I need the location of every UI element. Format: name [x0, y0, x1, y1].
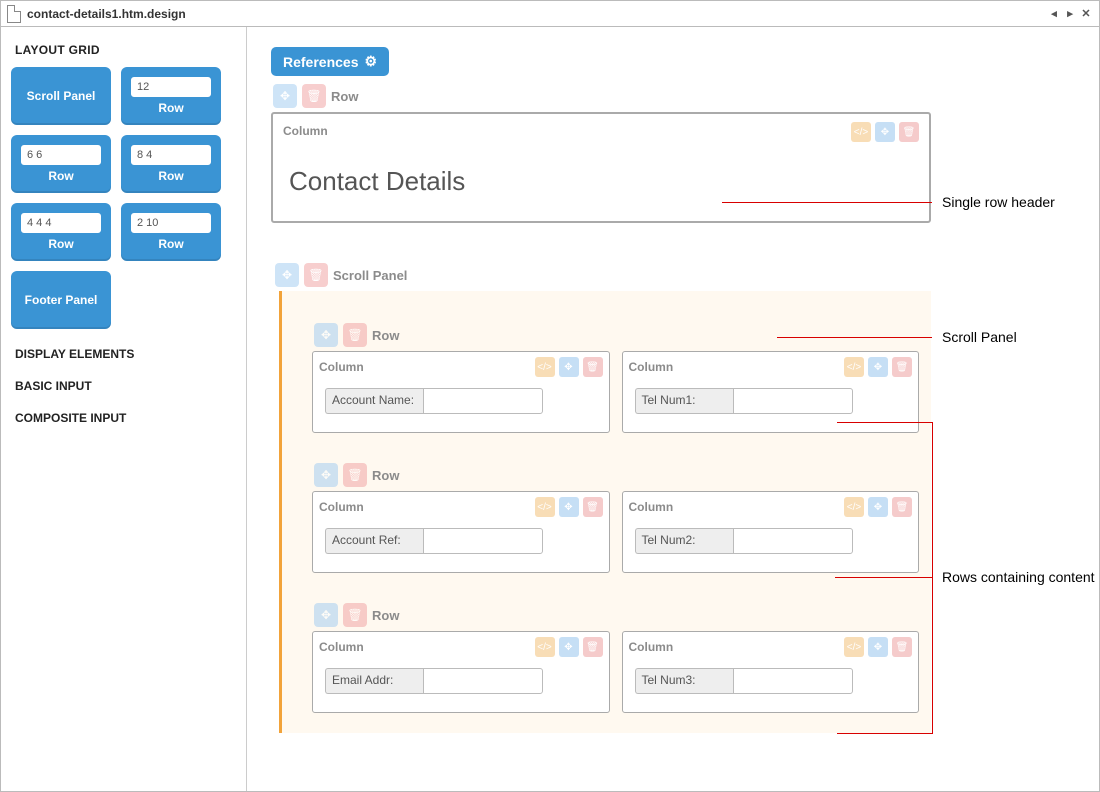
field-label: Tel Num1:	[635, 388, 733, 414]
move-icon[interactable]: ✥	[868, 637, 888, 657]
move-icon[interactable]: ✥	[273, 84, 297, 108]
row-label: Row	[331, 89, 358, 104]
annotation-line	[835, 577, 932, 578]
annotation-line	[722, 202, 932, 203]
move-icon[interactable]: ✥	[559, 357, 579, 377]
palette-footer-panel[interactable]: Footer Panel	[11, 271, 111, 329]
scroll-panel-block[interactable]: ✥ 🗑 Scroll Panel ✥ 🗑 Row C	[273, 263, 931, 733]
tel-num3-input[interactable]	[733, 668, 853, 694]
file-icon	[7, 5, 21, 23]
next-tab-icon[interactable]: ▸	[1063, 7, 1077, 20]
palette-row-4-4-4[interactable]: Row	[11, 203, 111, 261]
row-label: Row	[372, 328, 399, 343]
row-config-input[interactable]	[131, 77, 211, 97]
palette-row-8-4[interactable]: Row	[121, 135, 221, 193]
trash-icon[interactable]: 🗑	[343, 463, 367, 487]
document-title: contact-details1.htm.design	[27, 7, 186, 21]
column-box[interactable]: Column </>✥🗑 Tel Num2:	[622, 491, 920, 573]
code-icon[interactable]: </>	[844, 497, 864, 517]
account-name-input[interactable]	[423, 388, 543, 414]
section-basic-input[interactable]: BASIC INPUT	[15, 379, 236, 393]
annotation-line	[837, 733, 932, 734]
content-row[interactable]: Column </>✥🗑 Account Name: Column </>✥🗑 …	[312, 351, 919, 433]
code-icon[interactable]: </>	[844, 357, 864, 377]
column-box[interactable]: Column </>✥🗑 Email Addr:	[312, 631, 610, 713]
annotation-line	[837, 422, 932, 423]
field-label: Account Name:	[325, 388, 423, 414]
field-label: Email Addr:	[325, 668, 423, 694]
row-config-input[interactable]	[21, 145, 101, 165]
move-icon[interactable]: ✥	[868, 357, 888, 377]
palette-row-2-10[interactable]: Row	[121, 203, 221, 261]
sidebar: LAYOUT GRID Scroll Panel Row Row Row	[1, 27, 247, 791]
trash-icon[interactable]: 🗑	[892, 637, 912, 657]
prev-tab-icon[interactable]: ◂	[1047, 7, 1061, 20]
close-icon[interactable]: ✕	[1079, 7, 1093, 20]
code-icon[interactable]: </>	[844, 637, 864, 657]
annotation-text: Rows containing content	[942, 569, 1095, 587]
move-icon[interactable]: ✥	[559, 497, 579, 517]
move-icon[interactable]: ✥	[314, 323, 338, 347]
column-box[interactable]: Column </>✥🗑 Account Name:	[312, 351, 610, 433]
row-config-input[interactable]	[21, 213, 101, 233]
trash-icon[interactable]: 🗑	[899, 122, 919, 142]
code-icon[interactable]: </>	[535, 497, 555, 517]
page-title: Contact Details	[289, 166, 919, 197]
code-icon[interactable]: </>	[851, 122, 871, 142]
field-label: Account Ref:	[325, 528, 423, 554]
trash-icon[interactable]: 🗑	[892, 497, 912, 517]
tel-num1-input[interactable]	[733, 388, 853, 414]
trash-icon[interactable]: 🗑	[304, 263, 328, 287]
field-label: Tel Num2:	[635, 528, 733, 554]
trash-icon[interactable]: 🗑	[343, 603, 367, 627]
field-label: Tel Num3:	[635, 668, 733, 694]
palette-scroll-panel[interactable]: Scroll Panel	[11, 67, 111, 125]
palette-row-12[interactable]: Row	[121, 67, 221, 125]
move-icon[interactable]: ✥	[314, 603, 338, 627]
trash-icon[interactable]: 🗑	[343, 323, 367, 347]
titlebar: contact-details1.htm.design ◂ ▸ ✕	[1, 1, 1099, 27]
column-box[interactable]: Column </>✥🗑 Tel Num1:	[622, 351, 920, 433]
trash-icon[interactable]: 🗑	[892, 357, 912, 377]
scroll-panel-label: Scroll Panel	[333, 268, 407, 283]
annotation-text: Scroll Panel	[942, 329, 1017, 345]
move-icon[interactable]: ✥	[275, 263, 299, 287]
account-ref-input[interactable]	[423, 528, 543, 554]
annotation-line	[932, 422, 933, 734]
email-addr-input[interactable]	[423, 668, 543, 694]
references-badge[interactable]: References ⚙	[271, 47, 389, 76]
content-row[interactable]: Column </>✥🗑 Email Addr: Column </>✥🗑 Te…	[312, 631, 919, 713]
move-icon[interactable]: ✥	[559, 637, 579, 657]
row-config-input[interactable]	[131, 213, 211, 233]
row-label: Row	[372, 608, 399, 623]
column-label: Column	[283, 124, 328, 138]
row-config-input[interactable]	[131, 145, 211, 165]
section-composite-input[interactable]: COMPOSITE INPUT	[15, 411, 236, 425]
palette-row-6-6[interactable]: Row	[11, 135, 111, 193]
code-icon[interactable]: </>	[535, 637, 555, 657]
section-display-elements[interactable]: DISPLAY ELEMENTS	[15, 347, 236, 361]
annotation-line	[777, 337, 932, 338]
column-box[interactable]: Column </>✥🗑 Tel Num3:	[622, 631, 920, 713]
app-window: contact-details1.htm.design ◂ ▸ ✕ LAYOUT…	[0, 0, 1100, 792]
section-layout-grid[interactable]: LAYOUT GRID	[15, 43, 236, 57]
design-canvas[interactable]: References ⚙ ✥ 🗑 Row Column </> ✥ 🗑	[247, 27, 1099, 791]
move-icon[interactable]: ✥	[875, 122, 895, 142]
trash-icon[interactable]: 🗑	[583, 357, 603, 377]
trash-icon[interactable]: 🗑	[583, 637, 603, 657]
row-label: Row	[372, 468, 399, 483]
trash-icon[interactable]: 🗑	[583, 497, 603, 517]
code-icon[interactable]: </>	[535, 357, 555, 377]
tel-num2-input[interactable]	[733, 528, 853, 554]
header-row[interactable]: Column </> ✥ 🗑 Contact Details	[271, 112, 931, 223]
gear-icon[interactable]: ⚙	[365, 53, 378, 70]
content-row[interactable]: Column </>✥🗑 Account Ref: Column </>✥🗑 T…	[312, 491, 919, 573]
trash-icon[interactable]: 🗑	[302, 84, 326, 108]
move-icon[interactable]: ✥	[868, 497, 888, 517]
annotation-text: Single row header	[942, 194, 1055, 210]
move-icon[interactable]: ✥	[314, 463, 338, 487]
column-box[interactable]: Column </>✥🗑 Account Ref:	[312, 491, 610, 573]
